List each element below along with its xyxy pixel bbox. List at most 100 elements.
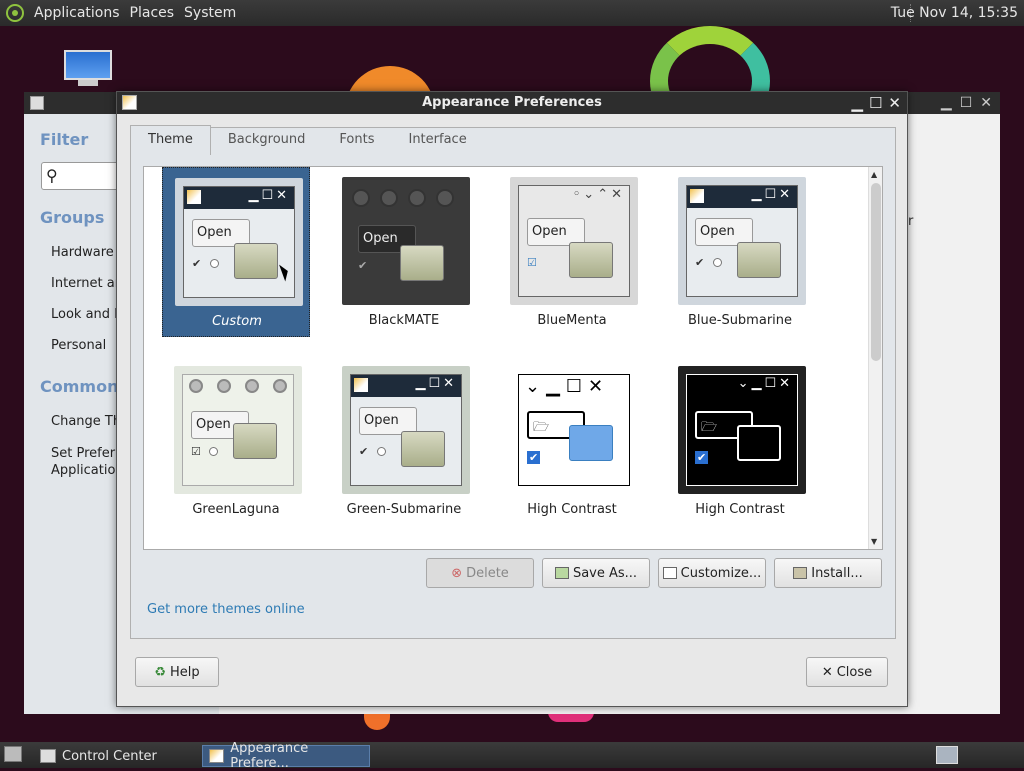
scroll-up-icon[interactable]: ▲ — [871, 170, 877, 179]
folder-icon — [737, 242, 781, 278]
help-button-label: Help — [170, 664, 200, 680]
checkbox-icon: ✔ — [192, 257, 202, 270]
install-icon — [793, 567, 808, 579]
taskbar-item-label: Appearance Prefere... — [230, 741, 309, 771]
folder-icon — [401, 431, 445, 467]
theme-item-blackmate[interactable]: Open ✔ BlackMATE — [330, 167, 478, 337]
folder-icon — [569, 425, 613, 461]
dialog-title: Appearance Preferences — [422, 95, 602, 110]
theme-preview: Open ✔ — [342, 177, 470, 305]
close-icon[interactable]: ✕ — [888, 92, 901, 114]
appearance-preferences-dialog: Appearance Preferences ▁ ☐ ✕ Theme Backg… — [116, 91, 908, 707]
checkbox-icon: ✔ — [358, 259, 368, 272]
theme-name: Custom — [212, 314, 262, 329]
theme-item-green-submarine[interactable]: ▁☐✕ Open ✔ Green-Submarine — [330, 356, 478, 526]
checkbox-icon: ✔ — [527, 451, 541, 464]
checkbox-icon: ☑ — [527, 256, 537, 269]
main-menu: Applications Places System — [0, 4, 236, 22]
common-task-item[interactable]: Change Th — [51, 414, 121, 429]
save-as-button-label: Save As... — [572, 565, 638, 581]
tab-fonts[interactable]: Fonts — [322, 126, 391, 154]
window-controls: ▁ ☐ ✕ — [941, 95, 992, 111]
control-center-app-icon — [40, 749, 56, 763]
folder-icon — [400, 245, 444, 281]
control-center-app-icon — [30, 96, 44, 110]
scroll-down-icon[interactable]: ▼ — [871, 537, 877, 546]
appearance-app-icon — [122, 95, 137, 110]
delete-button-label: Delete — [466, 565, 509, 581]
search-icon: ⚲ — [46, 166, 58, 185]
theme-preview: ⌄▁☐✕ 🗁 ✔ — [678, 366, 806, 494]
checkbox-icon: ☑ — [191, 445, 201, 458]
appearance-app-icon — [209, 749, 225, 763]
radio-icon — [713, 258, 722, 267]
help-icon: ♻ — [154, 664, 166, 680]
theme-name: High Contrast — [695, 502, 785, 517]
theme-item-high-contrast[interactable]: ⌄▁☐✕ 🗁 ✔ High Contrast — [498, 356, 646, 526]
checkbox-icon: ✔ — [359, 445, 369, 458]
minimize-icon[interactable]: ▁ — [851, 92, 863, 114]
maximize-icon[interactable]: ☐ — [960, 95, 973, 111]
theme-item-blue-submarine[interactable]: ▁☐✕ Open ✔ Blue-Submarine — [666, 167, 814, 337]
group-item[interactable]: Personal — [51, 338, 106, 353]
theme-name: BlueMenta — [537, 313, 607, 328]
taskbar-item-appearance[interactable]: Appearance Prefere... — [202, 741, 370, 771]
menu-places[interactable]: Places — [130, 5, 175, 21]
save-as-button[interactable]: Save As... — [542, 558, 650, 588]
menu-system[interactable]: System — [184, 5, 236, 21]
mate-logo-icon[interactable] — [6, 4, 24, 22]
install-button[interactable]: Install... — [774, 558, 882, 588]
menu-applications[interactable]: Applications — [34, 5, 120, 21]
workspace-switcher[interactable] — [936, 746, 958, 764]
maximize-icon[interactable]: ☐ — [869, 92, 882, 114]
taskbar-item-label: Control Center — [62, 748, 157, 764]
tab-bar: Theme Background Fonts Interface — [130, 125, 484, 155]
scrollbar-thumb[interactable] — [871, 183, 881, 361]
theme-item-custom[interactable]: ▁☐✕ Open ✔ Custom — [162, 167, 310, 337]
customize-button[interactable]: Customize... — [658, 558, 766, 588]
delete-button: ⊗ Delete — [426, 558, 534, 588]
theme-name: Green-Submarine — [346, 502, 462, 517]
close-button[interactable]: ✕ Close — [806, 657, 888, 687]
theme-list[interactable]: ▁☐✕ Open ✔ Custom Open ✔ BlackMATE ◦⌄⌃✕ … — [143, 166, 883, 550]
radio-icon — [209, 447, 218, 456]
group-item[interactable]: Internet an — [51, 276, 123, 291]
clock[interactable]: Tue Nov 14, 15:35 — [891, 5, 1018, 21]
show-desktop-icon[interactable] — [4, 746, 22, 762]
minimize-icon[interactable]: ▁ — [941, 95, 952, 111]
tab-interface[interactable]: Interface — [391, 126, 483, 154]
top-panel: Applications Places System Tue Nov 14, 1… — [0, 0, 1024, 26]
dialog-titlebar: Appearance Preferences ▁ ☐ ✕ — [117, 92, 907, 114]
checkbox-icon: ✔ — [695, 256, 705, 269]
common-task-item[interactable]: Set Preferr Application — [51, 445, 124, 479]
radio-icon — [210, 259, 219, 268]
tab-theme[interactable]: Theme — [130, 125, 211, 155]
folder-icon — [233, 423, 277, 459]
groups-heading: Groups — [40, 208, 105, 227]
group-item[interactable]: Look and F — [51, 307, 122, 322]
theme-name: Blue-Submarine — [687, 313, 793, 328]
theme-item-bluementa[interactable]: ◦⌄⌃✕ Open ☑ BlueMenta — [498, 167, 646, 337]
window-controls: ▁ ☐ ✕ — [851, 92, 901, 114]
customize-icon — [662, 567, 677, 579]
theme-list-scrollbar[interactable]: ▲ ▼ — [868, 167, 882, 549]
bottom-panel: Control Center Appearance Prefere... — [0, 741, 1024, 771]
tab-background[interactable]: Background — [211, 126, 323, 154]
theme-item-high-contrast-inverse[interactable]: ⌄▁☐✕ 🗁 ✔ High Contrast — [666, 356, 814, 526]
group-item[interactable]: Hardware — [51, 245, 114, 260]
help-button[interactable]: ♻ Help — [135, 657, 219, 687]
close-icon[interactable]: ✕ — [980, 95, 992, 111]
theme-preview: ⌄▁☐✕ 🗁 ✔ — [510, 366, 638, 494]
theme-item-greenlaguna[interactable]: Open ☑ GreenLaguna — [162, 356, 310, 526]
delete-icon: ⊗ — [451, 565, 463, 581]
more-themes-link[interactable]: Get more themes online — [147, 602, 305, 617]
taskbar-item-control-center[interactable]: Control Center — [34, 745, 163, 767]
close-button-label: Close — [836, 664, 873, 680]
theme-preview: Open ☑ — [174, 366, 302, 494]
theme-name: High Contrast — [527, 502, 617, 517]
computer-desktop-icon[interactable] — [64, 50, 112, 88]
theme-name: GreenLaguna — [192, 502, 280, 517]
theme-preview: ▁☐✕ Open ✔ — [342, 366, 470, 494]
folder-icon — [234, 243, 278, 279]
filter-heading: Filter — [40, 130, 89, 149]
